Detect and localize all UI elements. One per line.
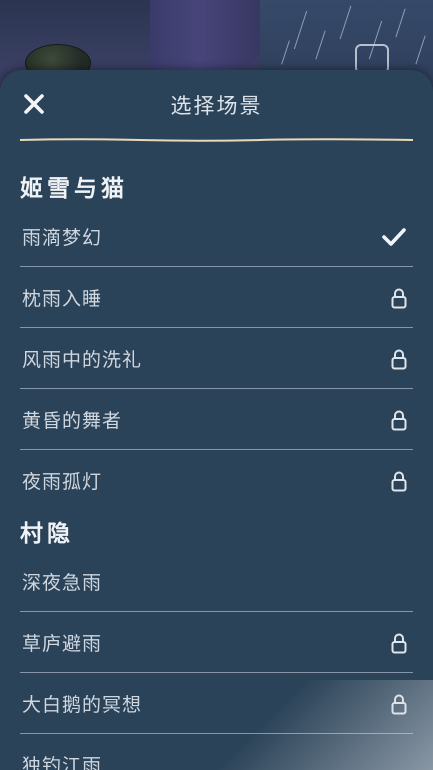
section-header: 姬雪与猫	[20, 176, 128, 202]
lock-icon	[391, 349, 407, 369]
scene-item-label: 枕雨入睡	[22, 288, 103, 310]
scene-item[interactable]: 草庐避雨	[20, 612, 413, 673]
title-divider	[20, 138, 413, 142]
lock-icon	[391, 633, 407, 653]
scene-item-label: 雨滴梦幻	[22, 227, 103, 249]
scene-item[interactable]: 夜雨孤灯	[20, 450, 413, 511]
scene-item-label: 大白鹅的冥想	[22, 694, 143, 716]
lock-icon	[391, 288, 407, 308]
checkmark-icon	[382, 227, 406, 246]
scene-item[interactable]: 黄昏的舞者	[20, 389, 413, 450]
scene-item[interactable]: 雨滴梦幻	[20, 206, 413, 267]
section-header: 村隐	[20, 521, 74, 547]
sheet-header: 选择场景	[0, 70, 433, 142]
background-curtain	[150, 0, 270, 80]
scene-item-label: 独钓江雨	[22, 755, 103, 770]
scene-item-label: 夜雨孤灯	[22, 471, 103, 493]
lock-icon	[391, 410, 407, 430]
scene-item[interactable]: 深夜急雨	[20, 551, 413, 612]
scene-item[interactable]: 大白鹅的冥想	[20, 673, 413, 734]
sheet-title: 选择场景	[170, 94, 263, 118]
scene-list: 姬雪与猫 雨滴梦幻 枕雨入睡 风雨中的洗礼 黄昏的舞者 夜雨孤灯 村隐 深夜急雨…	[0, 166, 433, 770]
lock-icon	[391, 694, 407, 714]
lock-icon	[391, 471, 407, 491]
scene-item-label: 风雨中的洗礼	[22, 349, 143, 371]
scene-item[interactable]: 独钓江雨	[20, 734, 413, 770]
scene-item-label: 草庐避雨	[22, 633, 103, 655]
scene-item[interactable]: 枕雨入睡	[20, 267, 413, 328]
scene-picker-sheet: 选择场景 姬雪与猫 雨滴梦幻 枕雨入睡 风雨中的洗礼 黄昏的舞者 夜雨孤灯 村隐…	[0, 70, 433, 770]
scene-item[interactable]: 风雨中的洗礼	[20, 328, 413, 389]
scene-item-label: 黄昏的舞者	[22, 410, 123, 432]
scene-item-label: 深夜急雨	[22, 572, 103, 594]
